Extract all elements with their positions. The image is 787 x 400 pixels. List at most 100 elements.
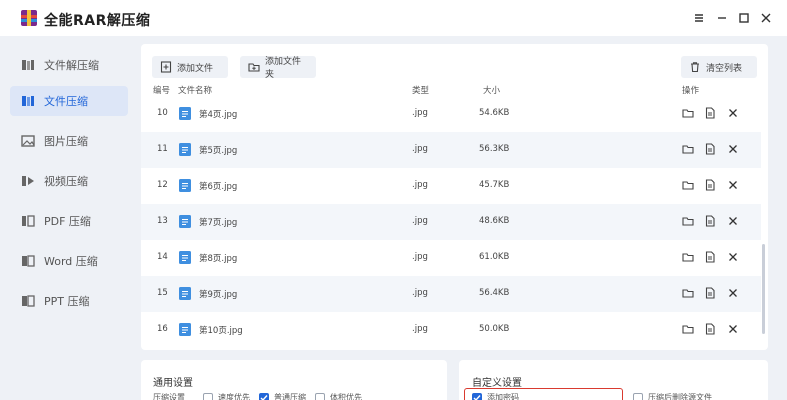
sidebar-item-extract[interactable]: 文件解压缩 — [10, 50, 128, 80]
row-size: 56.4KB — [479, 288, 510, 298]
remove-icon[interactable] — [727, 143, 739, 155]
row-type: .jpg — [412, 324, 428, 334]
add-file-button[interactable]: 添加文件 — [152, 56, 228, 78]
row-file-name: 第9页.jpg — [199, 290, 238, 300]
table-row[interactable]: 14 第8页.jpg .jpg 61.0KB — [141, 240, 761, 276]
file-preview-icon[interactable] — [704, 143, 716, 155]
checkbox[interactable] — [259, 392, 269, 400]
row-type: .jpg — [412, 180, 428, 190]
minimize-button[interactable] — [713, 9, 731, 27]
menu-icon — [695, 14, 703, 22]
open-folder-icon[interactable] — [682, 323, 694, 335]
highlight-frame — [464, 388, 623, 400]
archive-icon — [20, 57, 36, 73]
sidebar-item-label: 文件解压缩 — [44, 59, 99, 72]
remove-icon[interactable] — [727, 323, 739, 335]
maximize-icon — [739, 13, 749, 23]
add-file-label: 添加文件 — [177, 63, 214, 74]
menu-button[interactable] — [690, 9, 708, 27]
app-logo-icon — [21, 10, 37, 26]
row-type: .jpg — [412, 252, 428, 262]
table-row[interactable]: 12 第6页.jpg .jpg 45.7KB — [141, 168, 761, 204]
open-folder-icon[interactable] — [682, 143, 694, 155]
header-type: 类型 — [412, 86, 430, 96]
maximize-button[interactable] — [735, 9, 753, 27]
minimize-icon — [718, 17, 726, 19]
row-file-name: 第4页.jpg — [199, 110, 238, 120]
sidebar-item-label: 文件压缩 — [44, 95, 88, 108]
row-file-name: 第5页.jpg — [199, 146, 238, 156]
row-index: 14 — [157, 252, 168, 262]
header-size: 大小 — [483, 86, 501, 96]
row-index: 12 — [157, 180, 168, 190]
close-button[interactable] — [757, 9, 775, 27]
open-folder-icon[interactable] — [682, 215, 694, 227]
open-folder-icon[interactable] — [682, 179, 694, 191]
add-file-icon — [160, 61, 172, 73]
file-preview-icon[interactable] — [704, 287, 716, 299]
file-preview-icon[interactable] — [704, 323, 716, 335]
table-row[interactable]: 10 第4页.jpg .jpg 54.6KB — [141, 96, 761, 132]
close-icon — [761, 13, 771, 23]
row-size: 54.6KB — [479, 108, 510, 118]
table-row[interactable]: 13 第7页.jpg .jpg 48.6KB — [141, 204, 761, 240]
sidebar-item-image[interactable]: 图片压缩 — [10, 126, 128, 156]
clear-list-label: 清空列表 — [706, 63, 743, 74]
add-folder-label: 添加文件夹 — [265, 57, 302, 80]
normal-compress-option[interactable]: 普通压缩 — [259, 392, 306, 400]
file-icon — [179, 323, 191, 336]
file-preview-icon[interactable] — [704, 251, 716, 263]
file-icon — [179, 287, 191, 300]
video-icon — [20, 173, 36, 189]
table-row[interactable]: 11 第5页.jpg .jpg 56.3KB — [141, 132, 761, 168]
sidebar-item-pdf[interactable]: PDF 压缩 — [10, 206, 128, 236]
row-type: .jpg — [412, 108, 428, 118]
file-list-scrollbar[interactable] — [762, 244, 765, 334]
remove-icon[interactable] — [727, 107, 739, 119]
compress-mode-label: 压缩设置 — [153, 393, 185, 400]
row-index: 13 — [157, 216, 168, 226]
sidebar: 文件解压缩 文件压缩 图片压缩 视频压缩 PDF 压缩 Word 压缩 PPT … — [0, 36, 140, 400]
sidebar-item-label: 图片压缩 — [44, 135, 88, 148]
sidebar-item-label: PPT 压缩 — [44, 295, 90, 308]
file-preview-icon[interactable] — [704, 179, 716, 191]
custom-settings-title: 自定义设置 — [472, 378, 522, 389]
row-index: 10 — [157, 108, 168, 118]
clear-list-button[interactable]: 清空列表 — [681, 56, 757, 78]
table-row[interactable]: 15 第9页.jpg .jpg 56.4KB — [141, 276, 761, 312]
speed-priority-option[interactable]: 速度优先 — [203, 392, 250, 400]
remove-icon[interactable] — [727, 287, 739, 299]
row-size: 56.3KB — [479, 144, 510, 154]
file-icon — [179, 179, 191, 192]
compress-icon — [20, 93, 36, 109]
file-icon — [179, 143, 191, 156]
app-title: 全能RAR解压缩 — [44, 13, 151, 29]
open-folder-icon[interactable] — [682, 287, 694, 299]
row-file-name: 第6页.jpg — [199, 182, 238, 192]
add-folder-button[interactable]: 添加文件夹 — [240, 56, 316, 80]
size-priority-option[interactable]: 体积优先 — [315, 392, 362, 400]
file-preview-icon[interactable] — [704, 107, 716, 119]
sidebar-item-ppt[interactable]: PPT 压缩 — [10, 286, 128, 316]
remove-icon[interactable] — [727, 215, 739, 227]
image-icon — [20, 133, 36, 149]
sidebar-item-compress[interactable]: 文件压缩 — [10, 86, 128, 116]
checkbox[interactable] — [315, 392, 325, 400]
file-icon — [179, 251, 191, 264]
file-preview-icon[interactable] — [704, 215, 716, 227]
table-row[interactable]: 16 第10页.jpg .jpg 50.0KB — [141, 312, 761, 348]
open-folder-icon[interactable] — [682, 251, 694, 263]
checkbox[interactable] — [203, 392, 213, 400]
remove-icon[interactable] — [727, 251, 739, 263]
general-settings-card: 通用设置 压缩设置 速度优先 普通压缩 体积优先 — [141, 360, 447, 400]
delete-source-option[interactable]: 压缩后删除源文件 — [633, 392, 712, 400]
open-folder-icon[interactable] — [682, 107, 694, 119]
remove-icon[interactable] — [727, 179, 739, 191]
sidebar-item-word[interactable]: Word 压缩 — [10, 246, 128, 276]
row-file-name: 第8页.jpg — [199, 254, 238, 264]
file-icon — [179, 107, 191, 120]
sidebar-item-video[interactable]: 视频压缩 — [10, 166, 128, 196]
checkbox[interactable] — [633, 392, 643, 400]
header-ops: 操作 — [682, 86, 700, 96]
add-folder-icon — [248, 61, 260, 73]
